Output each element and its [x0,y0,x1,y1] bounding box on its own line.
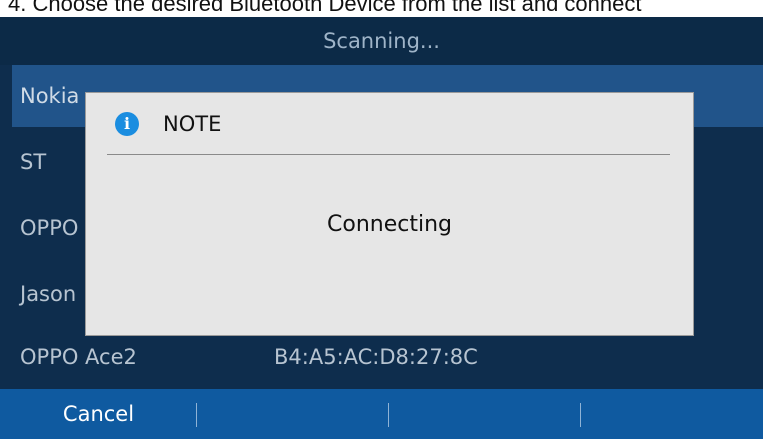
softkey-3-button[interactable] [389,389,580,439]
dialog-divider [107,154,670,155]
note-dialog: i NOTE Connecting [85,92,694,336]
info-icon: i [115,112,139,136]
cancel-button[interactable]: Cancel [0,389,197,439]
scan-status: Scanning... [0,17,763,65]
dialog-message: Connecting [327,212,452,237]
instruction-caption: 4. Choose the desired Bluetooth Device f… [8,0,642,16]
dialog-title: NOTE [163,112,222,136]
device-name: OPPO [20,216,79,240]
device-name: Nokia [20,84,80,108]
dialog-header: i NOTE [86,93,693,155]
device-name: ST [20,150,47,174]
bluetooth-scan-screen: Scanning... Nokia ST OPPO Jason OPPO Ace… [0,17,763,439]
softkey-2-button[interactable] [197,389,388,439]
device-name: Jason [20,282,77,306]
softkey-4-button[interactable] [581,389,763,439]
softkey-bar: Cancel [0,389,763,439]
